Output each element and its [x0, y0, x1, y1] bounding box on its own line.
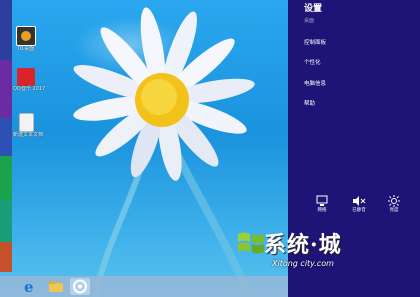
desktop-icon-app-1[interactable]: 01桌面 [13, 26, 39, 52]
file-icon [18, 113, 34, 132]
folder-icon[interactable] [46, 278, 66, 295]
desktop-icon-label: 新建文本文档 [13, 132, 44, 138]
brightness-icon [387, 192, 401, 207]
brightness-label: 亮度 [389, 208, 399, 213]
menu-item-personalization[interactable]: 个性化 [304, 58, 321, 66]
desktop-icon-label: 01桌面 [17, 46, 35, 52]
watermark-subtext: Xitong city.com [272, 259, 334, 268]
watermark: 系统·城 Xitong city.com [232, 224, 382, 276]
app-icon [16, 26, 36, 46]
start-tile-strip[interactable] [0, 118, 12, 156]
app-icon [17, 68, 35, 86]
menu-item-help[interactable]: 帮助 [304, 99, 315, 107]
desktop-icon-label: QQ音乐 2017 [13, 86, 46, 92]
menu-item-control-panel[interactable]: 控制面板 [304, 38, 326, 46]
network-icon [315, 192, 329, 206]
brightness-button[interactable]: 亮度 [380, 192, 408, 213]
desktop-icon-file[interactable]: 新建文本文档 [13, 113, 44, 138]
network-button[interactable]: 网络 [308, 192, 336, 213]
charm-title: 设置 [304, 4, 323, 14]
app-icon[interactable] [70, 278, 90, 295]
svg-text:e: e [24, 278, 34, 295]
menu-item-pc-info[interactable]: 电脑信息 [304, 79, 326, 87]
start-tile-strip[interactable] [0, 60, 12, 118]
watermark-text: 系统·城 [264, 232, 342, 258]
desktop-icon-app-2[interactable]: QQ音乐 2017 [13, 68, 46, 92]
ie-icon[interactable]: e [20, 278, 40, 296]
start-tile-strip[interactable] [0, 242, 12, 272]
volume-label: 已静音 [352, 208, 366, 213]
volume-button[interactable]: 已静音 [345, 192, 373, 213]
charm-subtitle: 桌面 [304, 18, 315, 24]
start-tile-strip[interactable] [0, 0, 12, 60]
windows-logo-icon [238, 232, 264, 254]
volume-icon [352, 192, 366, 206]
start-tile-strip[interactable] [0, 200, 12, 242]
network-label: 网络 [317, 208, 327, 213]
taskbar: e [0, 276, 288, 297]
start-tile-strip[interactable] [0, 156, 12, 200]
